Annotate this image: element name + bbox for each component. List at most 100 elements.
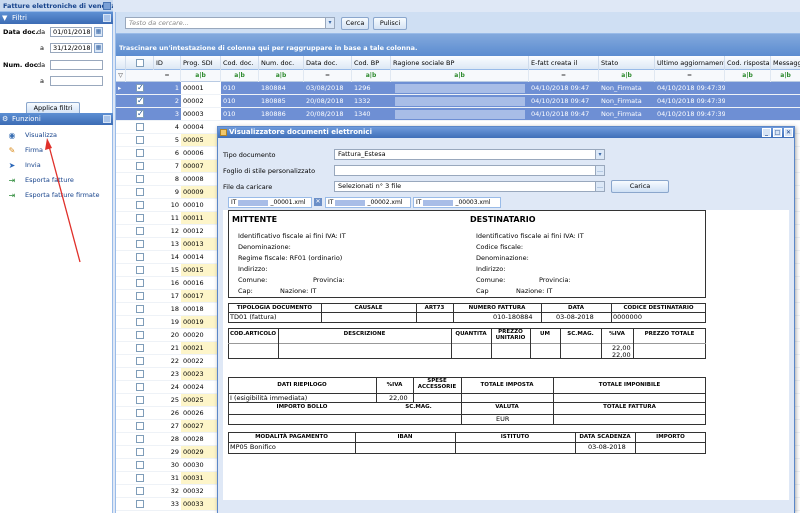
cell-prog-sdi[interactable]: 00016 <box>181 277 221 289</box>
row-checkbox[interactable] <box>126 160 154 172</box>
row-checkbox[interactable] <box>126 498 154 510</box>
row-checkbox[interactable] <box>126 342 154 354</box>
cell-prog-sdi[interactable]: 00027 <box>181 420 221 432</box>
cell-prog-sdi[interactable]: 00025 <box>181 394 221 406</box>
cell-prog-sdi[interactable]: 00004 <box>181 121 221 133</box>
collapse-sidebar-button[interactable] <box>103 2 111 10</box>
cell-prog-sdi[interactable]: 00009 <box>181 186 221 198</box>
cell-prog-sdi[interactable]: 00011 <box>181 212 221 224</box>
collapse-filters-button[interactable] <box>103 14 111 22</box>
filter-funnel-icon[interactable]: ▽ <box>116 70 126 82</box>
cell-prog-sdi[interactable]: 00032 <box>181 485 221 497</box>
date-to-field[interactable]: 31/12/2018 <box>50 43 92 53</box>
row-checkbox[interactable] <box>126 212 154 224</box>
cell-prog-sdi[interactable]: 00020 <box>181 329 221 341</box>
column-header-num-doc[interactable]: Num. doc. <box>259 56 304 70</box>
cell-prog-sdi[interactable]: 00015 <box>181 264 221 276</box>
cell-prog-sdi[interactable]: 00002 <box>181 95 221 107</box>
column-header-ragione-sociale[interactable]: Ragione sociale BP <box>391 56 529 70</box>
cell-prog-sdi[interactable]: 00019 <box>181 316 221 328</box>
row-checkbox[interactable] <box>126 95 154 107</box>
filter-op-messaggio[interactable]: a|b <box>771 70 800 82</box>
row-checkbox[interactable] <box>126 368 154 380</box>
search-input[interactable]: Testo da cercare... <box>125 17 335 29</box>
row-checkbox[interactable] <box>126 433 154 445</box>
browse-icon[interactable]: … <box>595 181 605 192</box>
column-header-stato[interactable]: Stato <box>599 56 655 70</box>
function-invia[interactable]: ➤ Invia <box>0 159 112 172</box>
column-header-id[interactable]: ID <box>154 56 181 70</box>
cell-prog-sdi[interactable]: 00030 <box>181 459 221 471</box>
filter-op-num-doc[interactable]: a|b <box>259 70 304 82</box>
clear-button[interactable]: Pulisci <box>373 17 407 30</box>
cell-prog-sdi[interactable]: 00018 <box>181 303 221 315</box>
row-checkbox[interactable] <box>126 82 154 94</box>
function-esporta-firmate[interactable]: ⇥ Esporta fatture firmate <box>0 189 112 202</box>
row-checkbox[interactable] <box>126 316 154 328</box>
row-checkbox[interactable] <box>126 485 154 497</box>
browse-icon[interactable]: … <box>595 165 605 176</box>
row-checkbox[interactable] <box>126 407 154 419</box>
row-checkbox[interactable] <box>126 329 154 341</box>
row-checkbox[interactable] <box>126 290 154 302</box>
num-to-field[interactable] <box>50 76 103 86</box>
carica-button[interactable]: Carica <box>611 180 669 193</box>
cell-prog-sdi[interactable]: 00033 <box>181 498 221 510</box>
functions-panel-header[interactable]: ⚙ Funzioni <box>0 113 113 125</box>
filter-op-risposta[interactable]: a|b <box>725 70 771 82</box>
viewer-title-bar[interactable]: Visualizzatore documenti elettronici _ □… <box>218 127 794 138</box>
minimize-icon[interactable]: _ <box>762 128 771 137</box>
column-header-prog-sdi[interactable]: Prog. SDI <box>181 56 221 70</box>
row-checkbox[interactable] <box>126 264 154 276</box>
table-row[interactable]: 300003010 180886 20/08/2018 1340 04/10/2018 … <box>116 108 800 121</box>
cell-prog-sdi[interactable]: 00029 <box>181 446 221 458</box>
cell-prog-sdi[interactable]: 00005 <box>181 134 221 146</box>
filter-op-data-doc[interactable]: = <box>304 70 352 82</box>
filter-op-prog-sdi[interactable]: a|b <box>181 70 221 82</box>
filter-op-cod-doc[interactable]: a|b <box>221 70 259 82</box>
table-row[interactable]: ▸ 100001010 180884 03/08/2018 1296 04/10/2018… <box>116 82 800 95</box>
column-header-cod-bp[interactable]: Cod. BP <box>352 56 391 70</box>
row-checkbox[interactable] <box>126 459 154 471</box>
close-tab-icon[interactable]: ✕ <box>314 198 322 206</box>
filters-panel-header[interactable]: ▼ Filtri <box>0 12 113 24</box>
column-header-cod-risposta[interactable]: Cod. risposta <box>725 56 771 70</box>
row-checkbox[interactable] <box>126 381 154 393</box>
cell-prog-sdi[interactable]: 00023 <box>181 368 221 380</box>
row-checkbox[interactable] <box>126 446 154 458</box>
filter-op-cod-bp[interactable]: a|b <box>352 70 391 82</box>
maximize-icon[interactable]: □ <box>773 128 782 137</box>
chevron-down-icon[interactable]: ▾ <box>595 149 605 160</box>
filter-op-ragione[interactable]: a|b <box>391 70 529 82</box>
file-tab-3[interactable]: IT _00003.xml <box>413 197 501 208</box>
function-firma[interactable]: ✎ Firma <box>0 144 112 157</box>
function-visualizza[interactable]: ◉ Visualizza <box>0 129 112 142</box>
cell-prog-sdi[interactable]: 00006 <box>181 147 221 159</box>
table-row[interactable]: 200002010 180885 20/08/2018 1332 04/10/2018 … <box>116 95 800 108</box>
cell-prog-sdi[interactable]: 00003 <box>181 108 221 120</box>
calendar-icon[interactable]: ▦ <box>94 27 103 37</box>
row-checkbox[interactable] <box>126 121 154 133</box>
row-checkbox[interactable] <box>126 186 154 198</box>
file-tab-2[interactable]: IT _00002.xml <box>325 197 411 208</box>
row-checkbox[interactable] <box>126 394 154 406</box>
row-checkbox[interactable] <box>126 277 154 289</box>
function-esporta-fatture[interactable]: ⇥ Esporta fatture <box>0 174 112 187</box>
cell-prog-sdi[interactable]: 00013 <box>181 238 221 250</box>
row-checkbox[interactable] <box>126 173 154 185</box>
date-from-field[interactable]: 01/01/2018 <box>50 27 92 37</box>
row-checkbox[interactable] <box>126 355 154 367</box>
column-header-data-doc[interactable]: Data doc. <box>304 56 352 70</box>
chevron-down-icon[interactable]: ▾ <box>325 17 335 29</box>
num-from-field[interactable] <box>50 60 103 70</box>
filter-op-id[interactable]: = <box>154 70 181 82</box>
cell-prog-sdi[interactable]: 00017 <box>181 290 221 302</box>
row-checkbox[interactable] <box>126 134 154 146</box>
cell-prog-sdi[interactable]: 00010 <box>181 199 221 211</box>
cell-prog-sdi[interactable]: 00014 <box>181 251 221 263</box>
calendar-icon[interactable]: ▦ <box>94 43 103 53</box>
foglio-stile-field[interactable] <box>334 165 596 176</box>
close-icon[interactable]: ✕ <box>784 128 793 137</box>
search-button[interactable]: Cerca <box>341 17 369 30</box>
row-checkbox[interactable] <box>126 472 154 484</box>
